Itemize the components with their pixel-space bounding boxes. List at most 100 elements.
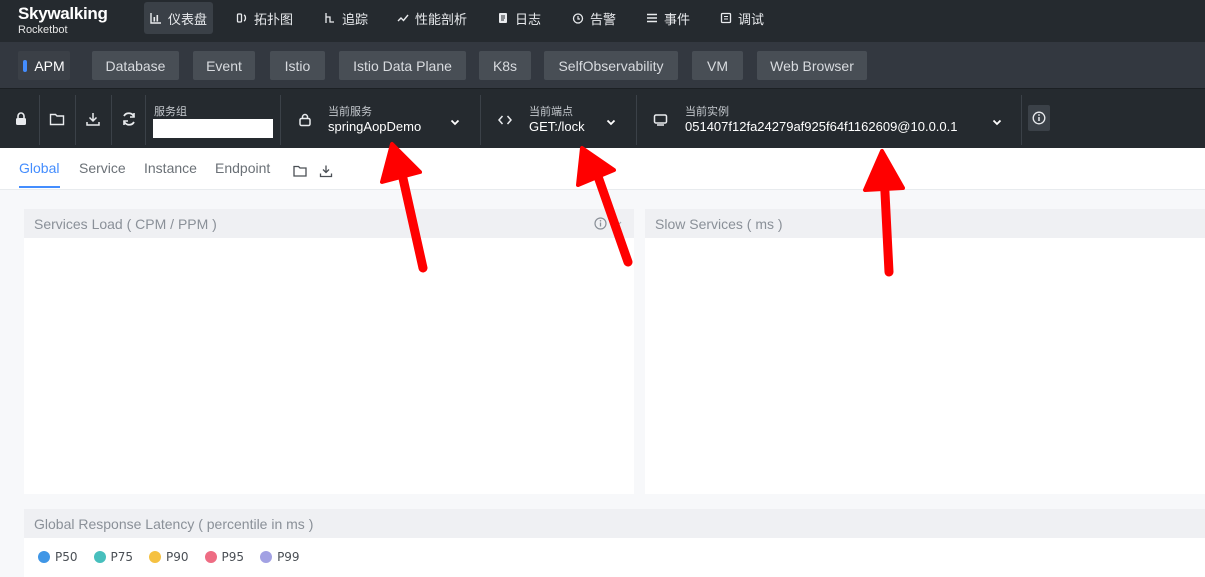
layer-label: VM bbox=[707, 57, 728, 74]
panel-title: Slow Services ( ms ) bbox=[645, 209, 1205, 238]
dashboard-tabs: Global Service Instance Endpoint bbox=[0, 148, 1205, 190]
legend-label: P95 bbox=[221, 550, 245, 564]
trace-icon bbox=[325, 13, 334, 23]
download-button[interactable] bbox=[85, 111, 101, 127]
tab-service[interactable]: Service bbox=[79, 160, 126, 176]
panel-title: Services Load ( CPM / PPM ) bbox=[24, 209, 634, 238]
tab-endpoint[interactable]: Endpoint bbox=[215, 160, 270, 176]
divider bbox=[1021, 95, 1022, 145]
nav-trace[interactable]: 追踪 bbox=[318, 2, 374, 34]
layer-label: SelfObservability bbox=[558, 57, 664, 74]
legend-item-p95[interactable]: P95 bbox=[204, 550, 245, 564]
open-folder-button[interactable] bbox=[49, 111, 65, 127]
service-group-input[interactable] bbox=[153, 119, 273, 138]
legend-swatch bbox=[149, 551, 162, 563]
logo-brand: Skywalking bbox=[18, 4, 108, 23]
layer-label: Web Browser bbox=[770, 57, 854, 74]
caret-down-icon[interactable] bbox=[613, 221, 622, 227]
current-endpoint-value: GET:/lock bbox=[529, 119, 585, 134]
layer-tab-event[interactable]: Event bbox=[193, 51, 255, 80]
service-group-label: 服务组 bbox=[154, 105, 187, 118]
layer-label: APM bbox=[34, 57, 65, 74]
debug-icon bbox=[720, 12, 732, 24]
info-icon[interactable] bbox=[594, 217, 607, 230]
layer-tab-database[interactable]: Database bbox=[92, 51, 179, 80]
slow-services-title: Slow Services ( ms ) bbox=[655, 215, 783, 232]
nav-label: 追踪 bbox=[342, 12, 369, 28]
topology-icon bbox=[236, 13, 247, 23]
service-icon bbox=[299, 113, 311, 127]
legend-item-p75[interactable]: P75 bbox=[93, 550, 134, 564]
slow-services-panel: Slow Services ( ms ) bbox=[645, 209, 1205, 494]
download-icon bbox=[86, 113, 100, 126]
layer-tab-web-browser[interactable]: Web Browser bbox=[757, 51, 867, 80]
nav-alarm[interactable]: 告警 bbox=[566, 2, 622, 34]
layer-tab-apm[interactable]: APM bbox=[18, 51, 70, 80]
layer-tab-k8s[interactable]: K8s bbox=[479, 51, 531, 80]
nav-debug[interactable]: 调试 bbox=[714, 2, 770, 34]
global-latency-panel: Global Response Latency ( percentile in … bbox=[24, 509, 1205, 577]
legend-swatch bbox=[93, 551, 106, 563]
layer-label: Event bbox=[206, 57, 242, 74]
profile-icon bbox=[397, 14, 409, 22]
current-service-select[interactable]: 当前服务 springAopDemo bbox=[288, 89, 473, 149]
active-tab-underline bbox=[19, 186, 60, 188]
event-icon bbox=[647, 13, 657, 23]
legend-label: P99 bbox=[277, 550, 300, 564]
legend-swatch bbox=[260, 551, 273, 563]
current-endpoint-label: 当前端点 bbox=[529, 105, 573, 118]
legend-item-p99[interactable]: P99 bbox=[260, 550, 300, 564]
server-icon bbox=[653, 114, 668, 126]
divider bbox=[75, 95, 76, 145]
folder-icon bbox=[49, 113, 65, 126]
selector-toolbar: 服务组 当前服务 springAopDemo 当前端点 GET:/lock 当前… bbox=[0, 88, 1205, 148]
top-nav: Skywalking Rocketbot 仪表盘 拓扑图 追踪 性能剖析 日志 … bbox=[0, 0, 1205, 42]
nav-event[interactable]: 事件 bbox=[640, 2, 696, 34]
lock-icon bbox=[16, 112, 26, 125]
divider bbox=[480, 95, 481, 145]
folder-icon[interactable] bbox=[293, 164, 307, 178]
nav-label: 仪表盘 bbox=[168, 12, 208, 28]
chevron-down-icon bbox=[450, 119, 460, 126]
current-service-label: 当前服务 bbox=[328, 105, 372, 118]
layer-bar: APM Database Event Istio Istio Data Plan… bbox=[0, 42, 1205, 88]
layer-tab-istio-data-plane[interactable]: Istio Data Plane bbox=[339, 51, 466, 80]
nav-profile[interactable]: 性能剖析 bbox=[391, 2, 473, 34]
legend-label: P75 bbox=[110, 550, 134, 564]
panel-title: Global Response Latency ( percentile in … bbox=[24, 509, 1205, 538]
download-icon[interactable] bbox=[319, 164, 333, 178]
nav-label: 日志 bbox=[515, 12, 542, 28]
legend-swatch bbox=[204, 551, 217, 563]
nav-label: 调试 bbox=[738, 12, 765, 28]
refresh-button[interactable] bbox=[121, 111, 137, 127]
logo[interactable]: Skywalking Rocketbot bbox=[18, 4, 108, 36]
chevron-down-icon bbox=[606, 119, 616, 126]
legend-item-p50[interactable]: P50 bbox=[38, 550, 78, 564]
layer-label: Database bbox=[105, 57, 166, 74]
active-indicator bbox=[23, 59, 28, 72]
dashboard-content: Services Load ( CPM / PPM ) Slow Service… bbox=[0, 190, 1205, 577]
legend-item-p90[interactable]: P90 bbox=[149, 550, 189, 564]
current-instance-select[interactable]: 当前实例 051407f12fa24279af925f64f1162609@10… bbox=[644, 89, 1014, 149]
current-endpoint-select[interactable]: 当前端点 GET:/lock bbox=[488, 89, 628, 149]
tab-instance[interactable]: Instance bbox=[144, 160, 197, 176]
services-load-panel: Services Load ( CPM / PPM ) bbox=[24, 209, 634, 494]
layer-tab-istio[interactable]: Istio bbox=[270, 51, 325, 80]
code-icon bbox=[498, 115, 512, 125]
layer-tab-vm[interactable]: VM bbox=[692, 51, 743, 80]
nav-log[interactable]: 日志 bbox=[491, 2, 547, 34]
current-service-value: springAopDemo bbox=[328, 119, 422, 134]
lock-button[interactable] bbox=[13, 111, 29, 127]
legend-label: P50 bbox=[55, 550, 78, 564]
latency-legend: P50 P75 P90 P95 P99 bbox=[38, 550, 300, 564]
dashboard-icon bbox=[150, 13, 161, 24]
nav-dashboard[interactable]: 仪表盘 bbox=[144, 2, 214, 34]
divider bbox=[145, 95, 146, 145]
nav-topology[interactable]: 拓扑图 bbox=[230, 2, 299, 34]
layer-tab-selfobservability[interactable]: SelfObservability bbox=[544, 51, 678, 80]
nav-label: 事件 bbox=[664, 12, 691, 28]
current-instance-label: 当前实例 bbox=[685, 105, 729, 118]
info-button[interactable] bbox=[1028, 105, 1050, 131]
tab-global[interactable]: Global bbox=[19, 160, 59, 176]
divider bbox=[636, 95, 637, 145]
